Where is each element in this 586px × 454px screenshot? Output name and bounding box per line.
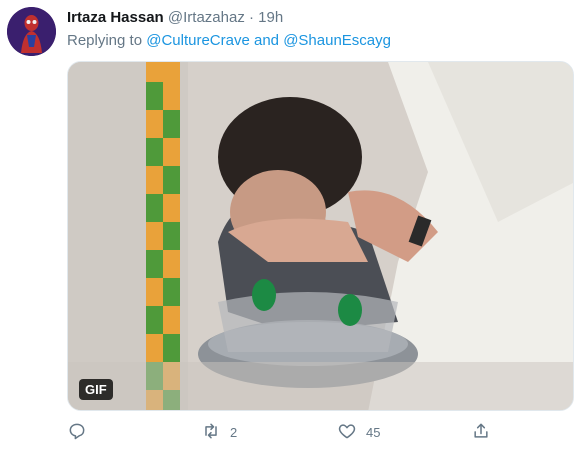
reply-icon	[67, 421, 87, 444]
share-button[interactable]	[471, 421, 491, 443]
separator-dot: ·	[249, 9, 254, 26]
author-name[interactable]: Irtaza Hassan	[67, 9, 164, 26]
tweet-header: Irtaza Hassan @Irtazahaz · 19h	[67, 9, 283, 26]
gif-media[interactable]: GIF	[67, 61, 574, 411]
author-handle[interactable]: @Irtazahaz	[168, 9, 245, 26]
retweet-button[interactable]: 2	[201, 421, 237, 443]
like-button[interactable]: 45	[337, 421, 380, 443]
retweet-icon	[201, 421, 221, 444]
mention-shaunescayg[interactable]: @ShaunEscayg	[283, 32, 391, 49]
replying-to: Replying to @CultureCrave and @ShaunEsca…	[67, 32, 391, 49]
avatar-image	[7, 7, 56, 56]
avatar[interactable]	[7, 7, 56, 56]
timestamp[interactable]: 19h	[258, 9, 283, 26]
reply-button[interactable]	[67, 421, 87, 443]
mention-conjunction: and	[253, 32, 280, 49]
action-bar: 2 45	[67, 421, 507, 445]
checkered-pillar	[146, 62, 180, 410]
retweet-count: 2	[230, 424, 238, 440]
gif-badge: GIF	[79, 379, 113, 400]
share-icon	[471, 421, 491, 444]
mention-culturecrave[interactable]: @CultureCrave	[146, 32, 250, 49]
heart-icon	[337, 421, 357, 444]
gif-frame	[68, 62, 573, 410]
tweet: Irtaza Hassan @Irtazahaz · 19h Replying …	[0, 0, 586, 454]
replying-prefix: Replying to	[67, 32, 143, 49]
like-count: 45	[366, 424, 381, 440]
